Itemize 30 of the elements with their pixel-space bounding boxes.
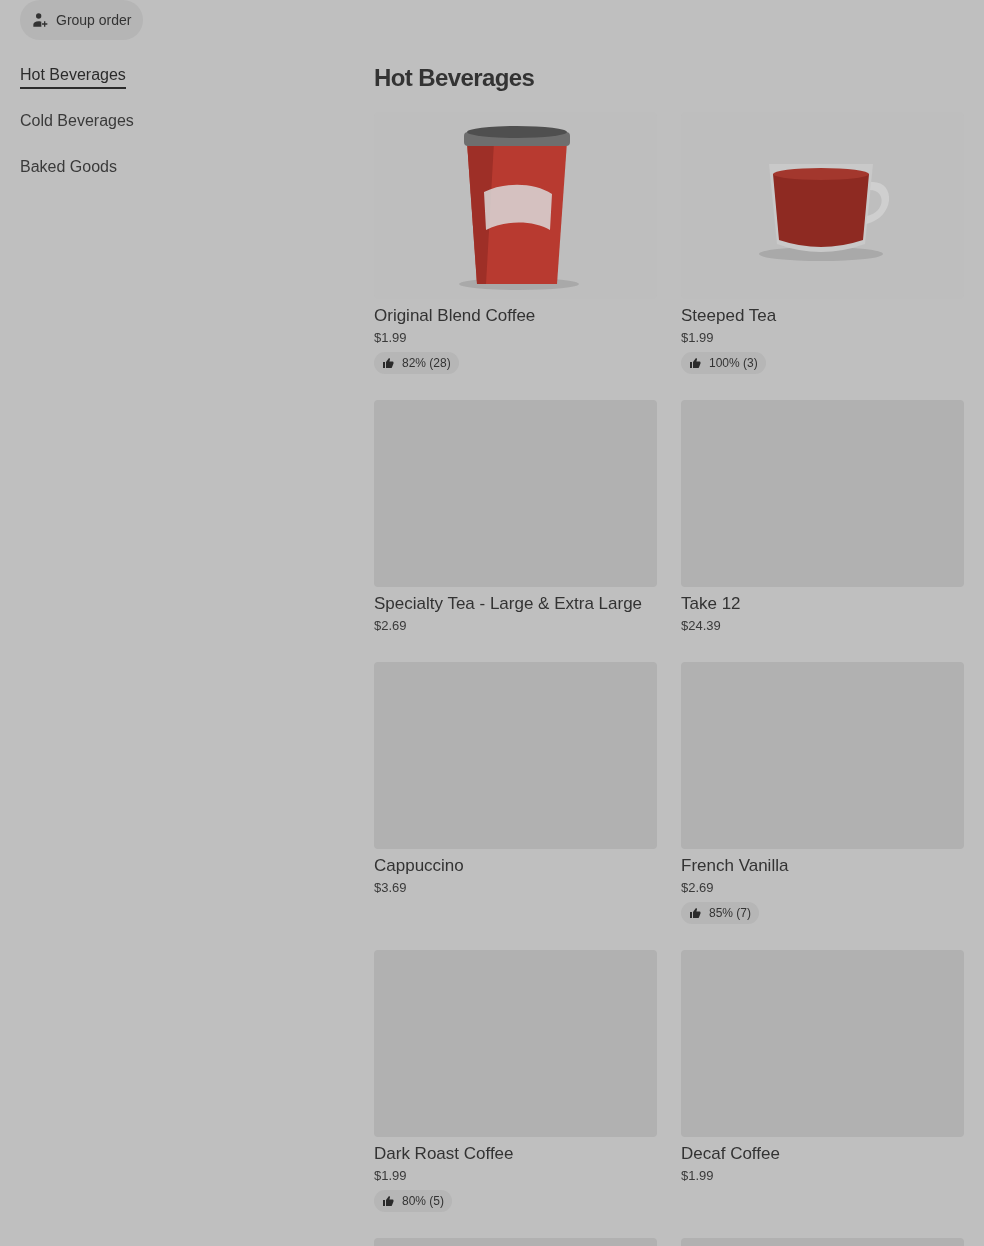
item-price: $2.69 bbox=[681, 879, 715, 897]
item-name[interactable]: French Vanilla bbox=[681, 854, 964, 878]
item-name[interactable]: Decaf Coffee bbox=[681, 1142, 964, 1166]
rating-text: 80% (5) bbox=[402, 1193, 445, 1210]
section-title: Hot Beverages bbox=[374, 63, 536, 93]
item-price: $1.99 bbox=[681, 1167, 715, 1185]
rating-text: 85% (7) bbox=[709, 905, 752, 922]
item-price: $1.99 bbox=[681, 329, 715, 347]
person-add-icon bbox=[32, 12, 48, 28]
item-price: $2.69 bbox=[374, 617, 408, 635]
thumbs-up-icon bbox=[382, 357, 394, 369]
group-order-button[interactable]: Group order bbox=[20, 0, 144, 40]
item-name[interactable]: Cappuccino bbox=[374, 854, 657, 878]
thumbs-up-icon bbox=[689, 907, 701, 919]
thumbs-up-icon bbox=[689, 357, 701, 369]
category-link[interactable]: Cold Beverages bbox=[20, 109, 134, 135]
rating-text: 100% (3) bbox=[709, 355, 758, 372]
item-name[interactable]: Take 12 bbox=[681, 592, 964, 616]
item-name[interactable]: Dark Roast Coffee bbox=[374, 1142, 657, 1166]
item-price: $1.99 bbox=[374, 329, 408, 347]
item-price: $1.99 bbox=[374, 1167, 408, 1185]
item-price: $24.39 bbox=[681, 617, 722, 635]
item-price: $3.69 bbox=[374, 879, 408, 897]
item-name[interactable]: Specialty Tea - Large & Extra Large bbox=[374, 592, 657, 616]
category-link[interactable]: Hot Beverages bbox=[20, 63, 126, 89]
rating-text: 82% (28) bbox=[402, 355, 451, 372]
item-name[interactable]: Steeped Tea bbox=[681, 304, 964, 328]
thumbs-up-icon bbox=[382, 1195, 394, 1207]
item-name[interactable]: Original Blend Coffee bbox=[374, 304, 657, 328]
category-link[interactable]: Baked Goods bbox=[20, 155, 117, 181]
